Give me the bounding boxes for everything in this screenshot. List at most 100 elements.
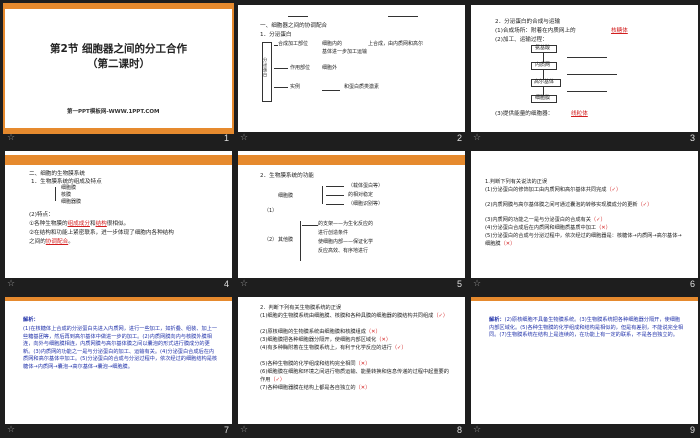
slide-5-c: （细胞识别等） <box>348 201 384 207</box>
slide-3-canvas: 2．分泌蛋白的合成与运输 (1)合成场所：附着在内质网上的 核糖体 (2)加工、… <box>471 5 698 132</box>
slide-2-row2b: 细胞外 <box>322 65 338 71</box>
slide-8-q6: (6)细胞膜在细胞和环境之间进行物质运输、能量转换和信息传递的过程中起重要的作用… <box>260 369 449 383</box>
slide-2-row3a: 实例 <box>290 84 301 90</box>
slide-4-p3: ②在结构和功能上紧密联系，进一步体现了细胞内各种结构 <box>29 230 174 236</box>
slide-thumbnail-9[interactable]: 解析：(2)原核细胞不具备生物膜系统。(3)生物膜系统把各种细胞器分隔开，使细胞… <box>468 294 700 438</box>
slide-2-row1d: 基体进一步加工运输 <box>322 49 368 55</box>
slide-2-row1b: 细胞内的 <box>322 41 343 47</box>
slide-1-bottom-bar <box>5 128 232 132</box>
star-icon: ☆ <box>7 425 16 435</box>
slide-5-e: （1） <box>264 208 278 214</box>
slide-6-q3: (3)内质网的功能之一是与分泌蛋白的合成有关（✓） <box>485 217 606 223</box>
slide-5-h3: 使细胞内部——保证化学 <box>318 239 374 245</box>
slide-5-canvas: 2．生物膜系统的功能 （载体蛋白等） 的相对稳定 （细胞识别等） 细胞膜 （1）… <box>238 151 465 278</box>
slide-3-s3-answer: 线粒体 <box>571 111 588 117</box>
slide-number: 9 <box>689 425 695 435</box>
slide-5-a: （载体蛋白等） <box>348 183 384 189</box>
slide-number: 4 <box>223 279 229 289</box>
slide-thumbnail-8[interactable]: 2．判断下列有关生物膜系统的正误 (1)细胞的生物膜系统由细胞膜、核膜和各种具膜… <box>235 294 468 438</box>
slide-2-item1: 1．分泌蛋白 <box>260 32 292 38</box>
slide-1-subtitle: （第二课时） <box>87 58 150 70</box>
slide-8-q2: (2)原核细胞的生物膜系统由细胞膜和核膜组成（✕） <box>260 329 381 335</box>
slide-5-f: （2） <box>264 237 278 243</box>
slide-4-header-bar <box>5 155 232 165</box>
slide-thumbnail-3[interactable]: 2．分泌蛋白的合成与运输 (1)合成场所：附着在内质网上的 核糖体 (2)加工、… <box>468 2 700 148</box>
blank-line <box>567 74 617 75</box>
slide-3-s1-answer: 核糖体 <box>611 28 628 34</box>
slide-8-q7: (7)各种细胞器膜在结构上都是各自独立的（✕） <box>260 385 371 391</box>
slide-1-footer: 第一PPT模板网-WWW.1PPT.COM <box>67 109 160 115</box>
slide-9-text: 解析：(2)原核细胞不具备生物膜系统。(3)生物膜系统把各种细胞器分隔开，使细胞… <box>489 317 684 339</box>
star-icon: ☆ <box>473 425 482 435</box>
slide-7-canvas: 解析： (1)在核糖体上合成的分泌蛋白先进入内质网，进行一些加工，如折叠、组装、… <box>5 297 232 424</box>
slide-6-q5: (5)分泌蛋白的合成与分泌过程中，依次经过的细胞器是：核糖体→内质网→高尔基体→… <box>485 233 682 247</box>
slide-7-top-bar <box>5 297 232 301</box>
slide-4-h2: 1．生物膜系统的组成及特点 <box>31 179 102 185</box>
slide-3-s1: (1)合成场所：附着在内质网上的 <box>495 28 576 34</box>
slide-4-p3b: 之间的协调配合。 <box>29 239 74 245</box>
decor-line <box>388 16 418 17</box>
star-icon: ☆ <box>240 425 249 435</box>
slide-5-b: 的相对稳定 <box>348 192 374 198</box>
slide-2-row2a: 作用部位 <box>290 65 311 71</box>
slide-2-header: 一、细胞器之间的协调配合 <box>260 23 328 29</box>
blank-line <box>326 204 344 205</box>
slide-thumbnail-5[interactable]: 2．生物膜系统的功能 （载体蛋白等） 的相对稳定 （细胞识别等） 细胞膜 （1）… <box>235 148 468 294</box>
slide-5-h4: 反应高效、有序地进行 <box>318 248 369 254</box>
slide-6-q4: (4)分泌蛋白合成后在内质网和细胞质基质中加工（✕） <box>485 225 611 231</box>
slide-8-canvas: 2．判断下列有关生物膜系统的正误 (1)细胞的生物膜系统由细胞膜、核膜和各种具膜… <box>238 297 465 424</box>
slide-9-top-bar <box>471 297 698 301</box>
bracket-line <box>322 186 323 204</box>
slide-number: 3 <box>689 133 695 143</box>
slide-7-heading: 解析： <box>23 317 39 323</box>
blank-line <box>567 91 607 92</box>
flow-arrow <box>543 87 544 95</box>
slide-thumbnail-6[interactable]: 1.判断下列有关说法的正误 (1)分泌蛋白的修饰加工由内质网和高尔基体共同完成（… <box>468 148 700 294</box>
decor-line <box>288 16 308 17</box>
bracket-line <box>274 87 288 88</box>
star-icon: ☆ <box>240 133 249 143</box>
slide-2-canvas: 一、细胞器之间的协调配合 1．分泌蛋白 分泌蛋白 合成加工部位 细胞内的 上合成… <box>238 5 465 132</box>
slide-number: 1 <box>223 133 229 143</box>
slide-3-s2: (2)加工、运输过程： <box>495 37 548 43</box>
slide-5-heading: 2．生物膜系统的功能 <box>260 173 314 179</box>
slide-2-row3b: 和蛋白质类激素 <box>344 84 380 90</box>
slide-4-p2a: ①各种生物膜的组成成分和结构很相似。 <box>29 221 130 227</box>
flow-arrow <box>543 70 544 79</box>
slide-thumbnail-7[interactable]: 解析： (1)在核糖体上合成的分泌蛋白先进入内质网，进行一些加工，如折叠、组装、… <box>2 294 235 438</box>
star-icon: ☆ <box>7 279 16 289</box>
flow-arrow <box>543 53 544 62</box>
slide-number: 7 <box>223 425 229 435</box>
slide-1-top-bar <box>5 5 232 9</box>
slide-thumbnail-4[interactable]: 二、细胞的生物膜系统 1．生物膜系统的组成及特点 细胞膜 核膜 细胞器膜 (2)… <box>2 148 235 294</box>
bracket-line <box>55 187 56 201</box>
blank-line <box>322 90 340 91</box>
bracket-line <box>274 68 288 69</box>
slide-5-header-bar <box>238 155 465 165</box>
slide-5-d: 细胞膜 <box>278 193 294 199</box>
slide-thumbnail-2[interactable]: 一、细胞器之间的协调配合 1．分泌蛋白 分泌蛋白 合成加工部位 细胞内的 上合成… <box>235 2 468 148</box>
star-icon: ☆ <box>7 133 16 143</box>
slide-2-row1c: 上合成，由内质网和高尔 <box>368 41 424 47</box>
slide-8-heading: 2．判断下列有关生物膜系统的正误 <box>260 305 342 311</box>
star-icon: ☆ <box>473 279 482 289</box>
blank-line <box>302 225 318 226</box>
slide-8-q1: (1)细胞的生物膜系统由细胞膜、核膜和各种具膜的细胞器的膜结构共同组成（✓） <box>260 313 449 319</box>
slide-5-h2: 进行创造条件 <box>318 230 349 236</box>
slide-4-canvas: 二、细胞的生物膜系统 1．生物膜系统的组成及特点 细胞膜 核膜 细胞器膜 (2)… <box>5 151 232 278</box>
slide-6-q2: (2)内质网膜与高尔基体膜之间可通过囊泡的转移实现膜成分的更新（✓） <box>485 202 653 208</box>
flow-node-3: 高尔基体 <box>534 79 555 85</box>
slide-number: 2 <box>456 133 462 143</box>
flow-node-1: 氨基酸 <box>535 45 551 51</box>
blank-line <box>326 186 344 187</box>
slide-8-q4: (4)有多种酶附着在生物膜系统上，有利于化学反应的进行（✓） <box>260 345 407 351</box>
slide-8-q5: (5)各种生物膜的化学组成和结构完全相同（✕） <box>260 361 371 367</box>
slide-1-title: 第2节 细胞器之间的分工合作 <box>50 43 187 55</box>
slide-1-canvas: 第2节 细胞器之间的分工合作 （第二课时） 第一PPT模板网-WWW.1PPT.… <box>3 3 234 134</box>
slide-8-q3: (3)细胞膜把各种细胞器分隔开，使细胞内部区域化（✕） <box>260 337 392 343</box>
slide-thumbnail-1[interactable]: 第2节 细胞器之间的分工合作 （第二课时） 第一PPT模板网-WWW.1PPT.… <box>2 2 235 148</box>
slide-4-list-3: 细胞器膜 <box>61 199 82 205</box>
slide-6-canvas: 1.判断下列有关说法的正误 (1)分泌蛋白的修饰加工由内质网和高尔基体共同完成（… <box>471 151 698 278</box>
slide-3-item2: 2．分泌蛋白的合成与运输 <box>495 19 561 25</box>
slide-9-canvas: 解析：(2)原核细胞不具备生物膜系统。(3)生物膜系统把各种细胞器分隔开，使细胞… <box>471 297 698 424</box>
